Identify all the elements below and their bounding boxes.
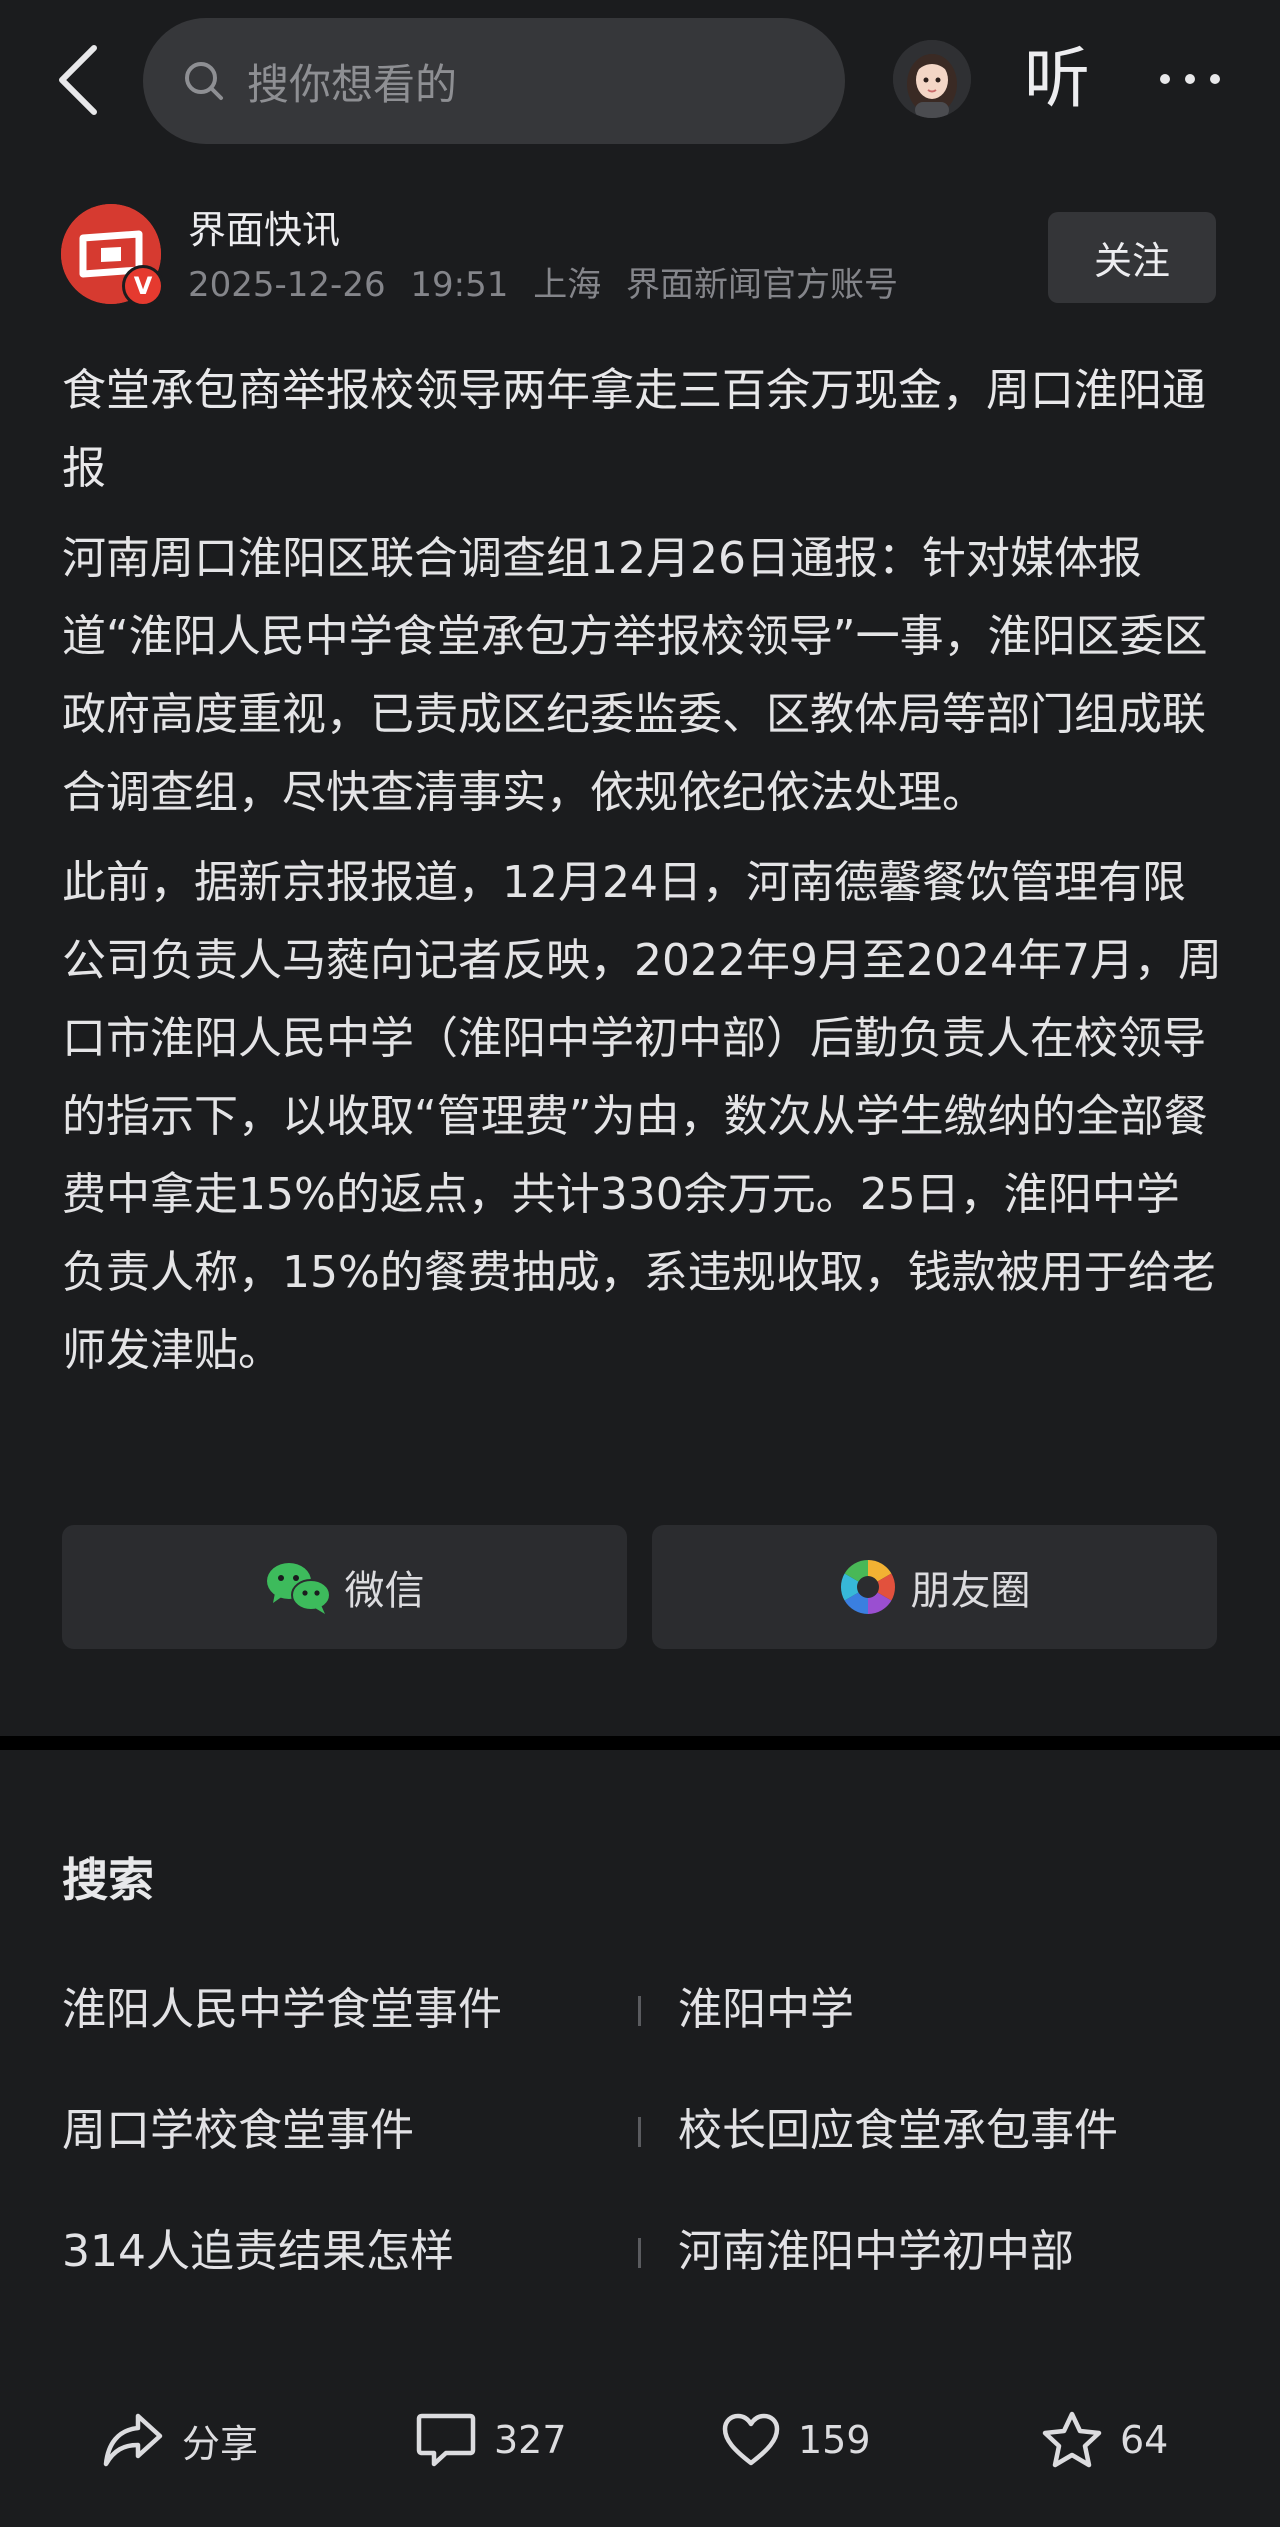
search-suggestion[interactable]: 淮阳人民中学食堂事件 — [62, 1980, 502, 2040]
publish-time: 19:51 — [410, 265, 509, 305]
back-button[interactable] — [46, 38, 110, 122]
article-page: 搜你想看的 听 V 界面快讯 2025-12-26 19:51 上海 界面新闻官… — [0, 0, 1280, 2527]
comment-count: 327 — [494, 2418, 567, 2462]
search-suggestion[interactable]: 河南淮阳中学初中部 — [678, 2222, 1074, 2282]
search-placeholder: 搜你想看的 — [247, 59, 458, 109]
favorite-count: 64 — [1120, 2418, 1169, 2462]
article-paragraph: 河南周口淮阳区联合调查组12月26日通报：针对媒体报道“淮阳人民中学食堂承包方举… — [62, 533, 1208, 818]
article-paragraph: 此前，据新京报报道，12月24日，河南德馨餐饮管理有限公司负责人马蕤向记者反映，… — [62, 857, 1222, 1376]
search-input[interactable]: 搜你想看的 — [143, 18, 845, 144]
avatar-icon — [893, 40, 971, 118]
top-bar: 搜你想看的 听 — [0, 0, 1280, 160]
account-type: 界面新闻官方账号 — [626, 265, 899, 305]
verified-badge: V — [122, 265, 164, 307]
article-title: 食堂承包商举报校领导两年拿走三百余万现金，周口淮阳通报 — [62, 365, 1206, 494]
search-suggestion[interactable]: 周口学校食堂事件 — [62, 2101, 414, 2161]
like-count: 159 — [798, 2418, 871, 2462]
follow-button[interactable]: 关注 — [1048, 212, 1216, 303]
share-wechat-label: 微信 — [344, 1568, 425, 1614]
search-suggestion[interactable]: 淮阳中学 — [678, 1980, 854, 2040]
comment-button[interactable]: 327 — [416, 2400, 567, 2480]
suggestion-separator — [638, 2238, 641, 2268]
share-arrow-icon — [103, 2413, 163, 2467]
section-divider — [0, 1736, 1280, 1750]
search-icon — [185, 62, 223, 100]
share-wechat-button[interactable]: 微信 — [62, 1525, 627, 1649]
share-moments-label: 朋友圈 — [910, 1568, 1031, 1614]
search-suggestion[interactable]: 校长回应食堂承包事件 — [678, 2101, 1118, 2161]
search-section-title: 搜索 — [62, 1853, 154, 1907]
favorite-button[interactable]: 64 — [1042, 2400, 1168, 2480]
publish-date: 2025-12-26 — [188, 265, 386, 305]
wechat-icon — [266, 1563, 331, 1614]
back-icon — [59, 45, 97, 115]
moments-icon — [840, 1560, 895, 1614]
share-action-label: 分享 — [182, 2421, 259, 2466]
comment-icon — [416, 2413, 476, 2467]
star-icon — [1042, 2411, 1102, 2468]
like-button[interactable]: 159 — [722, 2400, 871, 2480]
author-name[interactable]: 界面快讯 — [188, 204, 340, 256]
share-moments-button[interactable]: 朋友圈 — [652, 1525, 1217, 1649]
heart-icon — [722, 2413, 780, 2466]
suggestion-separator — [638, 2117, 641, 2147]
more-icon — [1160, 74, 1220, 84]
search-suggestion[interactable]: 314人追责结果怎样 — [62, 2222, 454, 2282]
article-body: 食堂承包商举报校领导两年拿走三百余万现金，周口淮阳通报 河南周口淮阳区联合调查组… — [62, 352, 1222, 1402]
suggestion-separator — [638, 1996, 641, 2026]
share-action-button[interactable]: 分享 — [102, 2400, 258, 2480]
ai-assistant-avatar[interactable] — [893, 40, 971, 118]
author-meta: 2025-12-26 19:51 上海 界面新闻官方账号 — [188, 262, 912, 308]
more-button[interactable] — [1155, 44, 1225, 114]
listen-button[interactable]: 听 — [1024, 34, 1090, 124]
publish-location: 上海 — [533, 265, 602, 305]
